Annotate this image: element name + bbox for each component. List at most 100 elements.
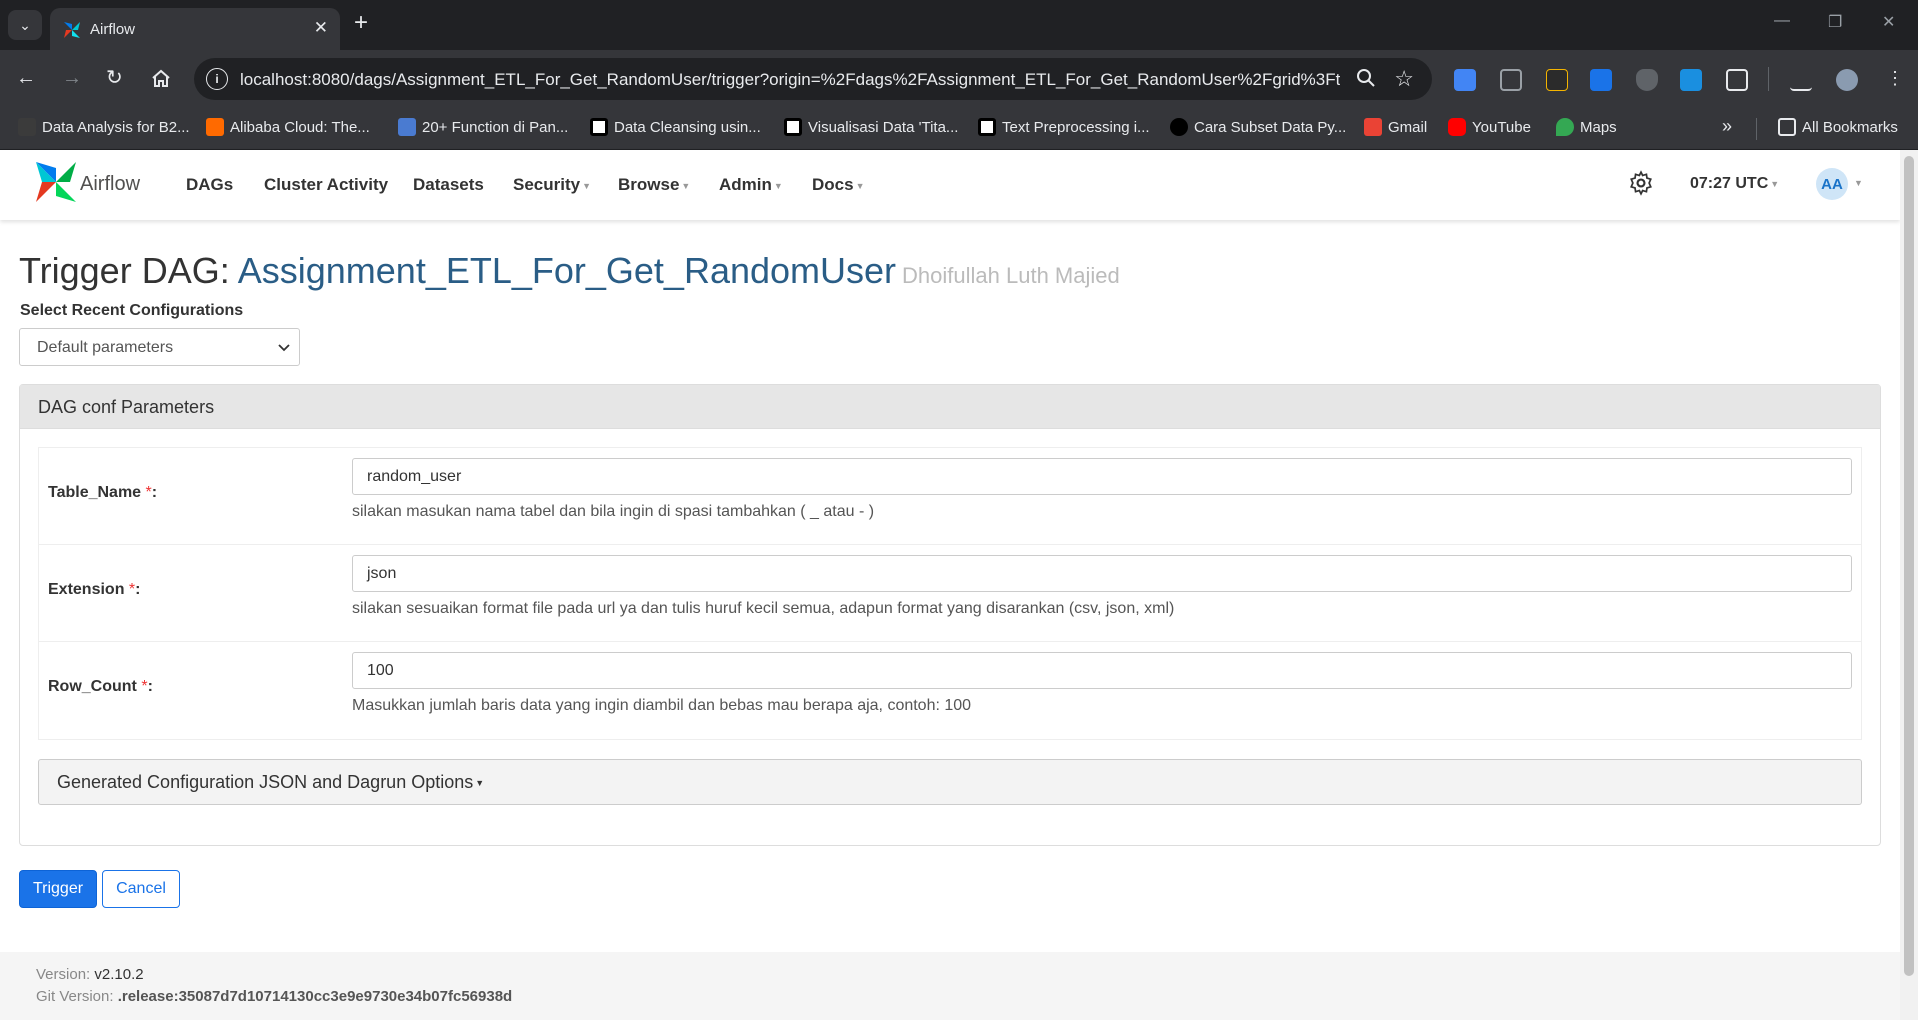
git-version-info: Git Version: .release:35087d7d10714130cc… (36, 988, 513, 1005)
param-label: Extension *: (48, 581, 141, 598)
home-icon[interactable] (150, 67, 172, 89)
param-label: Table_Name *: (48, 484, 158, 501)
settings-extension-icon[interactable] (1590, 69, 1612, 91)
dag-conf-panel: DAG conf Parameters Table_Name *: random… (19, 384, 1881, 846)
address-bar[interactable]: i localhost:8080/dags/Assignment_ETL_For… (194, 58, 1432, 100)
bookmark-youtube[interactable]: YouTube (1448, 118, 1531, 136)
airflow-favicon-icon (64, 22, 80, 38)
dag-owner: Dhoifullah Luth Majied (902, 263, 1120, 288)
page-footer: Version: v2.10.2 Git Version: .release:3… (0, 952, 1900, 1020)
bookmark-item[interactable]: Visualisasi Data 'Tita... (784, 118, 958, 136)
medium-icon (784, 118, 802, 136)
table-name-input[interactable]: random_user (352, 458, 1852, 495)
maps-pin-icon (1556, 118, 1574, 136)
browser-toolbar: ← → ↻ i localhost:8080/dags/Assignment_E… (0, 50, 1918, 108)
chevron-down-icon: ⌄ (19, 16, 31, 33)
youtube-icon (1448, 118, 1466, 136)
nav-cluster-activity[interactable]: Cluster Activity (264, 175, 388, 195)
nav-security[interactable]: Security ▼ (513, 175, 591, 195)
new-tab-button[interactable]: + (354, 11, 368, 35)
browser-menu-icon[interactable]: ⋮ (1886, 66, 1904, 90)
forward-arrow-icon[interactable]: → (62, 66, 82, 90)
tab-search-button[interactable]: ⌄ (8, 10, 42, 40)
required-mark: * (145, 484, 152, 501)
caret-down-icon[interactable]: ▼ (1854, 178, 1863, 188)
caret-down-icon: ▼ (773, 180, 783, 191)
alibaba-icon (206, 118, 224, 136)
puzzle-extensions-icon[interactable] (1726, 69, 1748, 91)
params-table: Table_Name *: random_user silakan masuka… (38, 447, 1862, 740)
medium-icon (978, 118, 996, 136)
param-help-text: silakan masukan nama tabel dan bila ingi… (352, 503, 875, 520)
nav-datasets[interactable]: Datasets (413, 175, 484, 195)
nav-admin[interactable]: Admin ▼ (719, 175, 783, 195)
panel-heading: DAG conf Parameters (20, 385, 1880, 429)
generated-config-toggle[interactable]: Generated Configuration JSON and Dagrun … (38, 759, 1862, 805)
airflow-brand[interactable]: Airflow (80, 173, 140, 196)
screen-capture-extension-icon[interactable] (1500, 69, 1522, 91)
bookmark-maps[interactable]: Maps (1556, 118, 1617, 136)
bookmark-gmail[interactable]: Gmail (1364, 118, 1427, 136)
nav-docs[interactable]: Docs ▼ (812, 175, 865, 195)
folder-icon (1778, 118, 1796, 136)
gmail-icon (1364, 118, 1382, 136)
profile-avatar-icon[interactable] (1836, 69, 1858, 91)
google-translate-extension-icon[interactable] (1454, 69, 1476, 91)
extension-input[interactable]: json (352, 555, 1852, 592)
param-help-text: Masukkan jumlah baris data yang ingin di… (352, 697, 972, 714)
trigger-button[interactable]: Trigger (19, 870, 97, 908)
timezone-clock[interactable]: 07:27 UTC ▼ (1690, 175, 1779, 193)
extension-icon[interactable] (1546, 69, 1568, 91)
chart-extension-icon[interactable] (1680, 69, 1702, 91)
caret-down-icon: ▼ (475, 778, 485, 789)
site-info-icon[interactable]: i (206, 68, 228, 90)
row-count-input[interactable]: 100 (352, 652, 1852, 689)
tab-close-icon[interactable]: ✕ (314, 18, 328, 38)
bookmark-item[interactable]: Cara Subset Data Py... (1170, 118, 1346, 136)
bookmarks-overflow-icon[interactable]: » (1722, 116, 1732, 137)
param-row-table-name: Table_Name *: random_user silakan masuka… (39, 448, 1861, 545)
param-row-extension: Extension *: json silakan sesuaikan form… (39, 545, 1861, 642)
all-bookmarks-button[interactable]: All Bookmarks (1778, 118, 1898, 136)
page-title: Trigger DAG: Assignment_ETL_For_Get_Rand… (19, 250, 1120, 291)
back-arrow-icon[interactable]: ← (16, 66, 36, 90)
bookmark-item[interactable]: Data Analysis for B2... (18, 118, 190, 136)
recent-config-value: Default parameters (37, 339, 174, 356)
tab-title: Airflow (90, 21, 136, 38)
user-avatar[interactable]: AA (1816, 168, 1848, 200)
param-help-text: silakan sesuaikan format file pada url y… (352, 600, 1175, 617)
zoom-icon[interactable] (1356, 68, 1376, 88)
minimize-window-icon[interactable]: — (1774, 12, 1790, 30)
nav-browse[interactable]: Browse ▼ (618, 175, 690, 195)
airflow-logo-icon[interactable] (34, 160, 78, 204)
toolbar-divider (1768, 67, 1769, 91)
recent-config-select[interactable]: Default parameters (19, 328, 300, 366)
bookmark-favicon-icon (18, 118, 36, 136)
caret-down-icon: ▼ (855, 180, 865, 191)
bookmark-item[interactable]: Text Preprocessing i... (978, 118, 1150, 136)
media-control-icon[interactable] (1790, 69, 1812, 91)
restore-window-icon[interactable]: ❐ (1828, 12, 1842, 32)
bookmark-item[interactable]: Alibaba Cloud: The... (206, 118, 370, 136)
page-scrollbar[interactable] (1900, 150, 1918, 1020)
reload-icon[interactable]: ↻ (106, 66, 123, 90)
airflow-navbar: Airflow DAGs Cluster Activity Datasets S… (0, 150, 1900, 220)
bookmark-item[interactable]: 20+ Function di Pan... (398, 118, 568, 136)
cancel-button[interactable]: Cancel (102, 870, 180, 908)
version-value[interactable]: v2.10.2 (94, 966, 143, 983)
bookmark-item[interactable]: Data Cleansing usin... (590, 118, 761, 136)
scrollbar-thumb[interactable] (1904, 156, 1914, 976)
gear-icon[interactable] (1628, 170, 1654, 196)
shield-extension-icon[interactable] (1636, 69, 1658, 91)
close-window-icon[interactable]: ✕ (1882, 12, 1895, 32)
bookmarks-divider (1756, 118, 1757, 140)
dag-id-link[interactable]: Assignment_ETL_For_Get_RandomUser (238, 250, 896, 291)
browser-tab-active[interactable]: Airflow ✕ (50, 8, 340, 50)
address-url[interactable]: localhost:8080/dags/Assignment_ETL_For_G… (240, 70, 1340, 90)
recent-config-label: Select Recent Configurations (20, 302, 244, 319)
required-mark: * (141, 678, 148, 695)
git-version-value: .release:35087d7d10714130cc3e9e9730e34b0… (117, 988, 513, 1005)
nav-dags[interactable]: DAGs (186, 175, 233, 195)
bookmark-star-icon[interactable]: ☆ (1394, 66, 1414, 92)
required-mark: * (128, 581, 136, 598)
